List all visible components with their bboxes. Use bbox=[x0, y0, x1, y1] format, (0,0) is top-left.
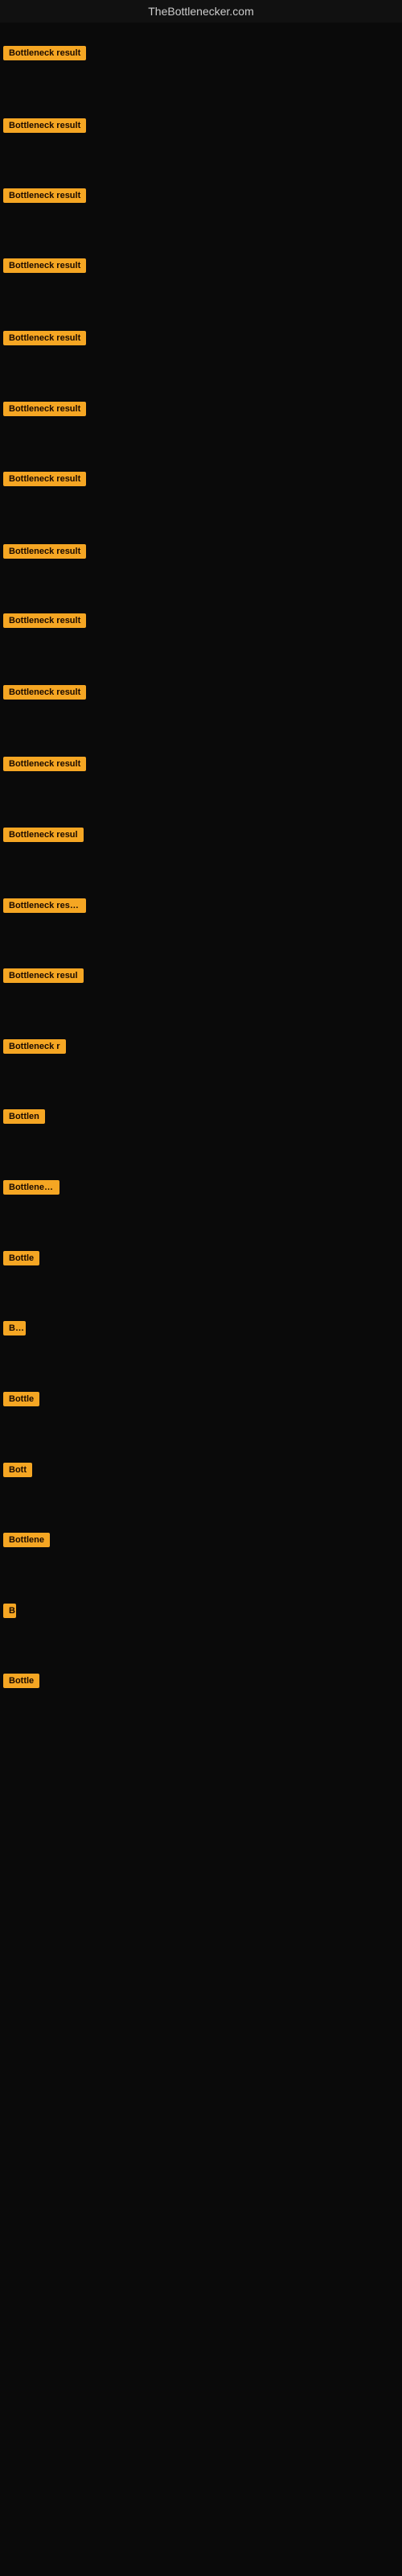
bottleneck-row-3: Bottleneck result bbox=[3, 188, 86, 207]
bottleneck-row-11: Bottleneck result bbox=[3, 757, 86, 775]
bottleneck-badge-11[interactable]: Bottleneck result bbox=[3, 757, 86, 771]
bottleneck-badge-15[interactable]: Bottleneck r bbox=[3, 1039, 66, 1054]
bottleneck-badge-14[interactable]: Bottleneck resul bbox=[3, 968, 84, 983]
bottleneck-row-5: Bottleneck result bbox=[3, 331, 86, 349]
bottleneck-row-24: Bottle bbox=[3, 1674, 39, 1692]
bottleneck-badge-1[interactable]: Bottleneck result bbox=[3, 46, 86, 60]
bottleneck-row-12: Bottleneck resul bbox=[3, 828, 84, 846]
bottleneck-badge-18[interactable]: Bottle bbox=[3, 1251, 39, 1265]
bottleneck-row-7: Bottleneck result bbox=[3, 472, 86, 490]
bottleneck-row-22: Bottlene bbox=[3, 1533, 50, 1551]
site-title: TheBottlenecker.com bbox=[0, 0, 402, 23]
bottleneck-row-17: Bottleneck bbox=[3, 1180, 59, 1199]
bottleneck-row-13: Bottleneck result bbox=[3, 898, 86, 917]
bottleneck-badge-5[interactable]: Bottleneck result bbox=[3, 331, 86, 345]
bottleneck-badge-16[interactable]: Bottlen bbox=[3, 1109, 45, 1124]
bottleneck-row-14: Bottleneck resul bbox=[3, 968, 84, 987]
bottleneck-badge-8[interactable]: Bottleneck result bbox=[3, 544, 86, 559]
bottleneck-badge-3[interactable]: Bottleneck result bbox=[3, 188, 86, 203]
bottleneck-row-16: Bottlen bbox=[3, 1109, 45, 1128]
bottleneck-badge-10[interactable]: Bottleneck result bbox=[3, 685, 86, 700]
bottleneck-badge-6[interactable]: Bottleneck result bbox=[3, 402, 86, 416]
bottleneck-badge-23[interactable]: B bbox=[3, 1604, 16, 1618]
bottleneck-badge-24[interactable]: Bottle bbox=[3, 1674, 39, 1688]
bottleneck-row-21: Bott bbox=[3, 1463, 32, 1481]
bottleneck-badge-2[interactable]: Bottleneck result bbox=[3, 118, 86, 133]
bottleneck-badge-9[interactable]: Bottleneck result bbox=[3, 613, 86, 628]
bottleneck-badge-12[interactable]: Bottleneck resul bbox=[3, 828, 84, 842]
bottleneck-badge-19[interactable]: Bo bbox=[3, 1321, 26, 1335]
bottleneck-badge-13[interactable]: Bottleneck result bbox=[3, 898, 86, 913]
bottleneck-badge-7[interactable]: Bottleneck result bbox=[3, 472, 86, 486]
bottleneck-row-6: Bottleneck result bbox=[3, 402, 86, 420]
bottleneck-row-20: Bottle bbox=[3, 1392, 39, 1410]
bottleneck-row-18: Bottle bbox=[3, 1251, 39, 1269]
bottleneck-row-1: Bottleneck result bbox=[3, 46, 86, 64]
bottleneck-badge-21[interactable]: Bott bbox=[3, 1463, 32, 1477]
bottleneck-row-2: Bottleneck result bbox=[3, 118, 86, 137]
bottleneck-row-8: Bottleneck result bbox=[3, 544, 86, 563]
bottleneck-row-9: Bottleneck result bbox=[3, 613, 86, 632]
bottleneck-row-4: Bottleneck result bbox=[3, 258, 86, 277]
bottleneck-row-19: Bo bbox=[3, 1321, 26, 1340]
bottleneck-row-23: B bbox=[3, 1604, 16, 1622]
bottleneck-badge-17[interactable]: Bottleneck bbox=[3, 1180, 59, 1195]
bottleneck-badge-20[interactable]: Bottle bbox=[3, 1392, 39, 1406]
bottleneck-badge-22[interactable]: Bottlene bbox=[3, 1533, 50, 1547]
bottleneck-badge-4[interactable]: Bottleneck result bbox=[3, 258, 86, 273]
bottleneck-row-10: Bottleneck result bbox=[3, 685, 86, 704]
bottleneck-row-15: Bottleneck r bbox=[3, 1039, 66, 1058]
